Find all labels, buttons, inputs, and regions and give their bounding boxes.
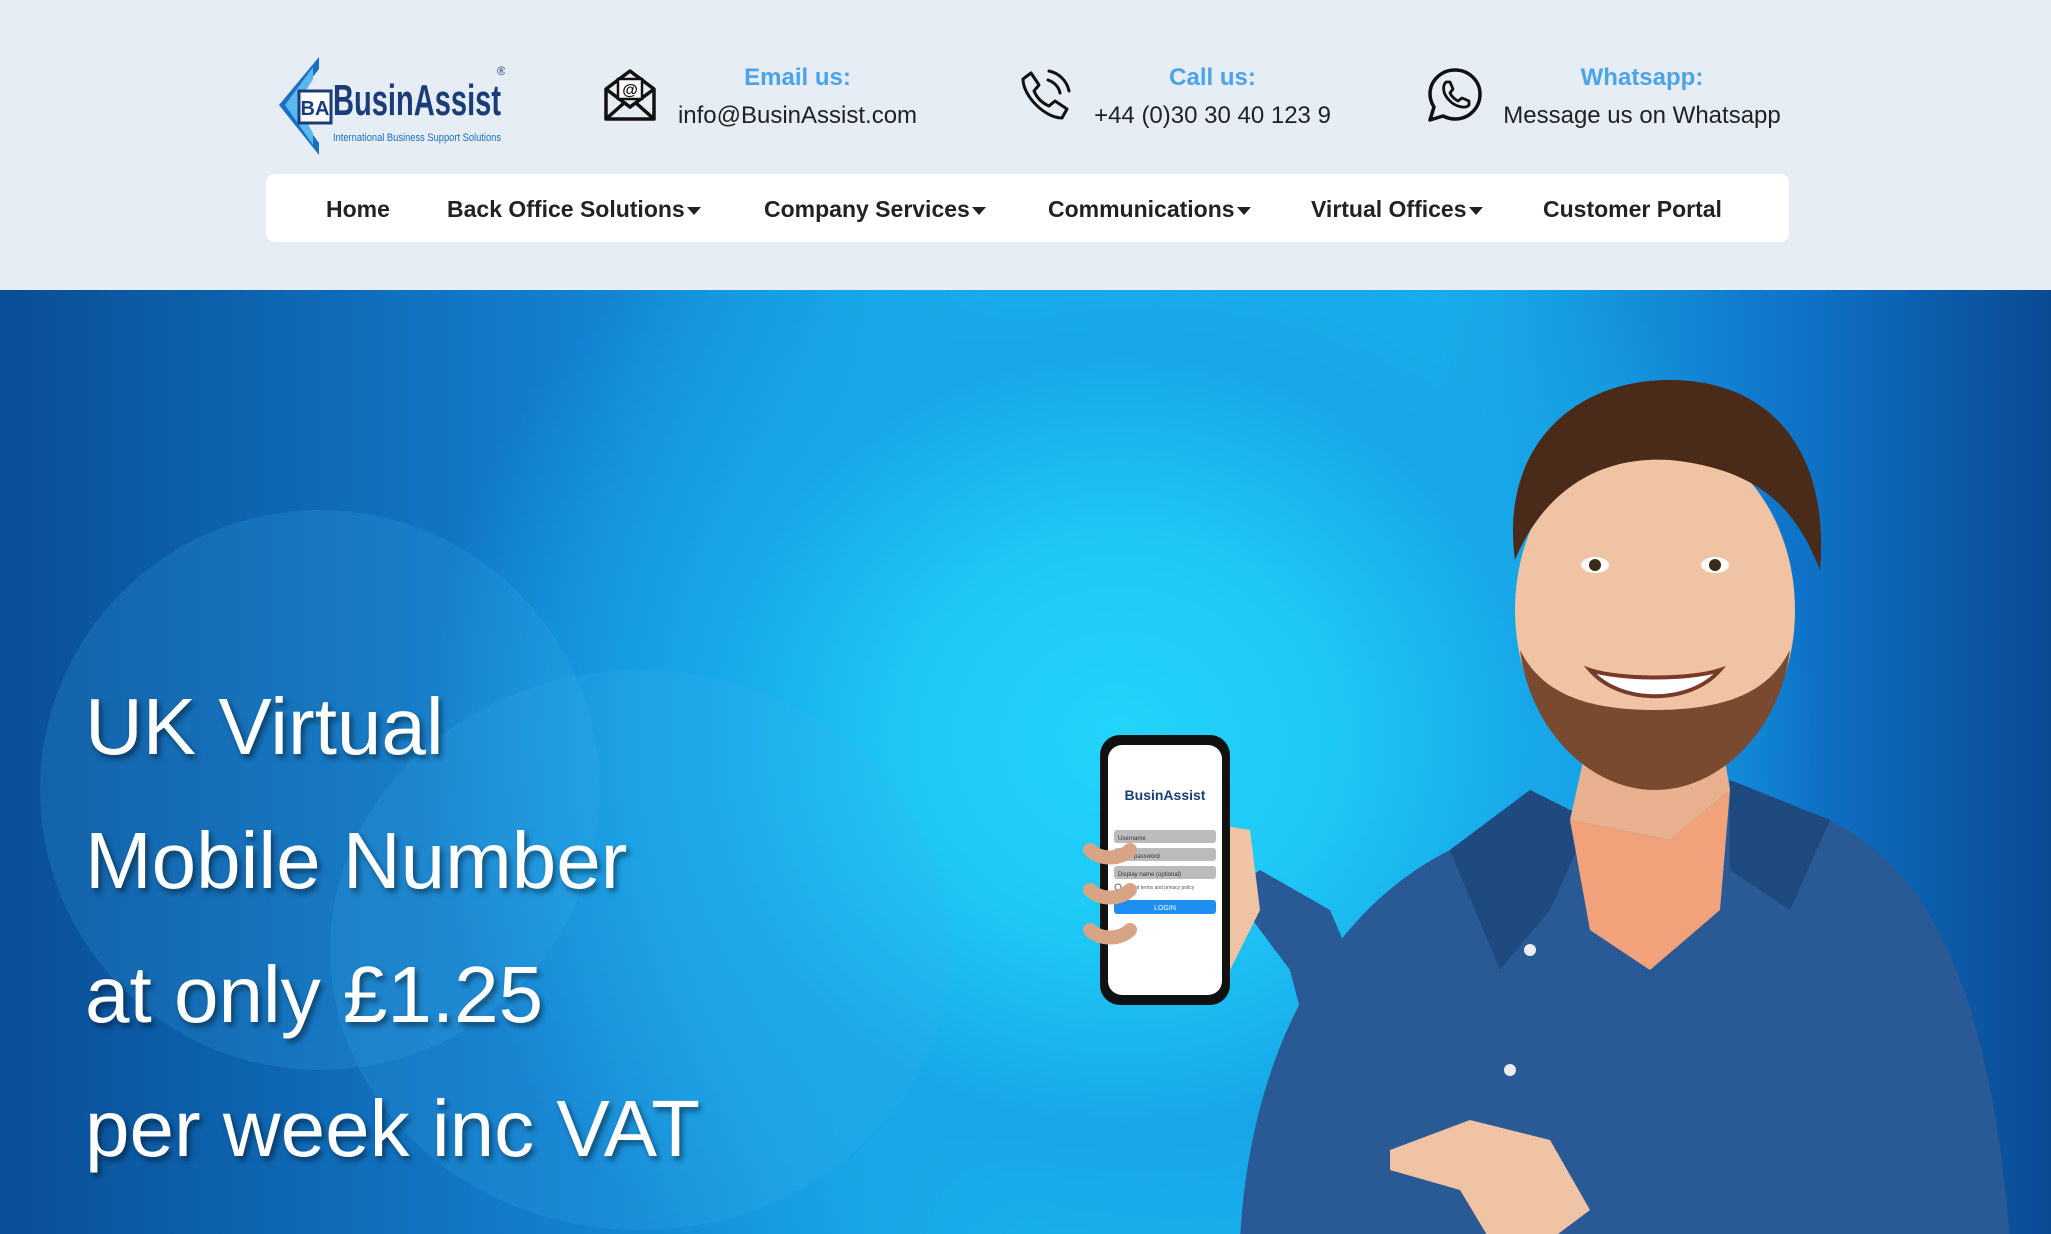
hero-banner: UK Virtual Mobile Number at only £1.25 p… — [0, 290, 2051, 1234]
nav-item-communications[interactable]: Communications — [1048, 196, 1251, 223]
email-icon: @ — [600, 65, 660, 125]
phone-screen-field: Display name (optional) — [1118, 872, 1181, 878]
nav-item-company-services[interactable]: Company Services — [764, 196, 986, 223]
phone-screen-login-button: LOGIN — [1154, 905, 1176, 912]
whatsapp-icon — [1425, 65, 1485, 125]
nav-label: Virtual Offices — [1311, 196, 1467, 222]
nav-label: Home — [326, 196, 390, 222]
svg-text:@: @ — [622, 82, 638, 99]
site-header: BA BusinAssist ® International Business … — [0, 0, 2051, 290]
hero-headline: UK Virtual Mobile Number at only £1.25 p… — [85, 660, 700, 1196]
nav-item-customer-portal[interactable]: Customer Portal — [1543, 196, 1722, 223]
contact-whatsapp[interactable]: Whatsapp: Message us on Whatsapp — [1425, 60, 1785, 140]
phone-screen-field: Username — [1118, 836, 1146, 842]
nav-item-back-office-solutions[interactable]: Back Office Solutions — [447, 196, 701, 223]
caret-down-icon — [1468, 206, 1483, 215]
main-nav: Home Back Office Solutions Company Servi… — [266, 174, 1789, 242]
businassist-logo[interactable]: BA BusinAssist ® International Business … — [275, 55, 506, 163]
hero-line: per week inc VAT — [85, 1084, 701, 1173]
hero-line: UK Virtual — [85, 682, 444, 771]
whatsapp-link[interactable]: Message us on Whatsapp — [1497, 102, 1787, 130]
nav-label: Back Office Solutions — [447, 196, 685, 222]
nav-label: Customer Portal — [1543, 196, 1722, 222]
phone-screen-brand: BusinAssist — [1125, 787, 1206, 803]
nav-item-virtual-offices[interactable]: Virtual Offices — [1311, 196, 1483, 223]
whatsapp-label: Whatsapp: — [1580, 64, 1704, 91]
hero-line: Mobile Number — [85, 816, 628, 905]
email-label: Email us: — [744, 64, 851, 91]
phone-number[interactable]: +44 (0)30 30 40 123 9 — [1090, 102, 1335, 130]
phone-icon — [1015, 65, 1075, 125]
caret-down-icon — [1236, 206, 1251, 215]
nav-label: Company Services — [764, 196, 970, 222]
logo-wordmark: BusinAssist — [333, 76, 501, 125]
caret-down-icon — [971, 206, 986, 215]
logo-monogram: BA — [301, 98, 330, 120]
contact-call[interactable]: Call us: +44 (0)30 30 40 123 9 — [1015, 60, 1335, 140]
caret-down-icon — [686, 206, 701, 215]
call-label: Call us: — [1169, 64, 1256, 91]
email-address[interactable]: info@BusinAssist.com — [675, 102, 920, 130]
logo-registered-mark: ® — [497, 64, 505, 78]
hero-line: at only £1.25 — [85, 950, 544, 1039]
logo-tagline: International Business Support Solutions — [333, 132, 501, 144]
nav-label: Communications — [1048, 196, 1235, 222]
phone-mockup: BusinAssist Username Enter password Disp… — [1100, 735, 1230, 1005]
contact-email[interactable]: @ Email us: info@BusinAssist.com — [600, 60, 920, 140]
nav-item-home[interactable]: Home — [326, 196, 390, 223]
man-holding-phone-image: BusinAssist Username Enter password Disp… — [1083, 380, 2010, 1234]
